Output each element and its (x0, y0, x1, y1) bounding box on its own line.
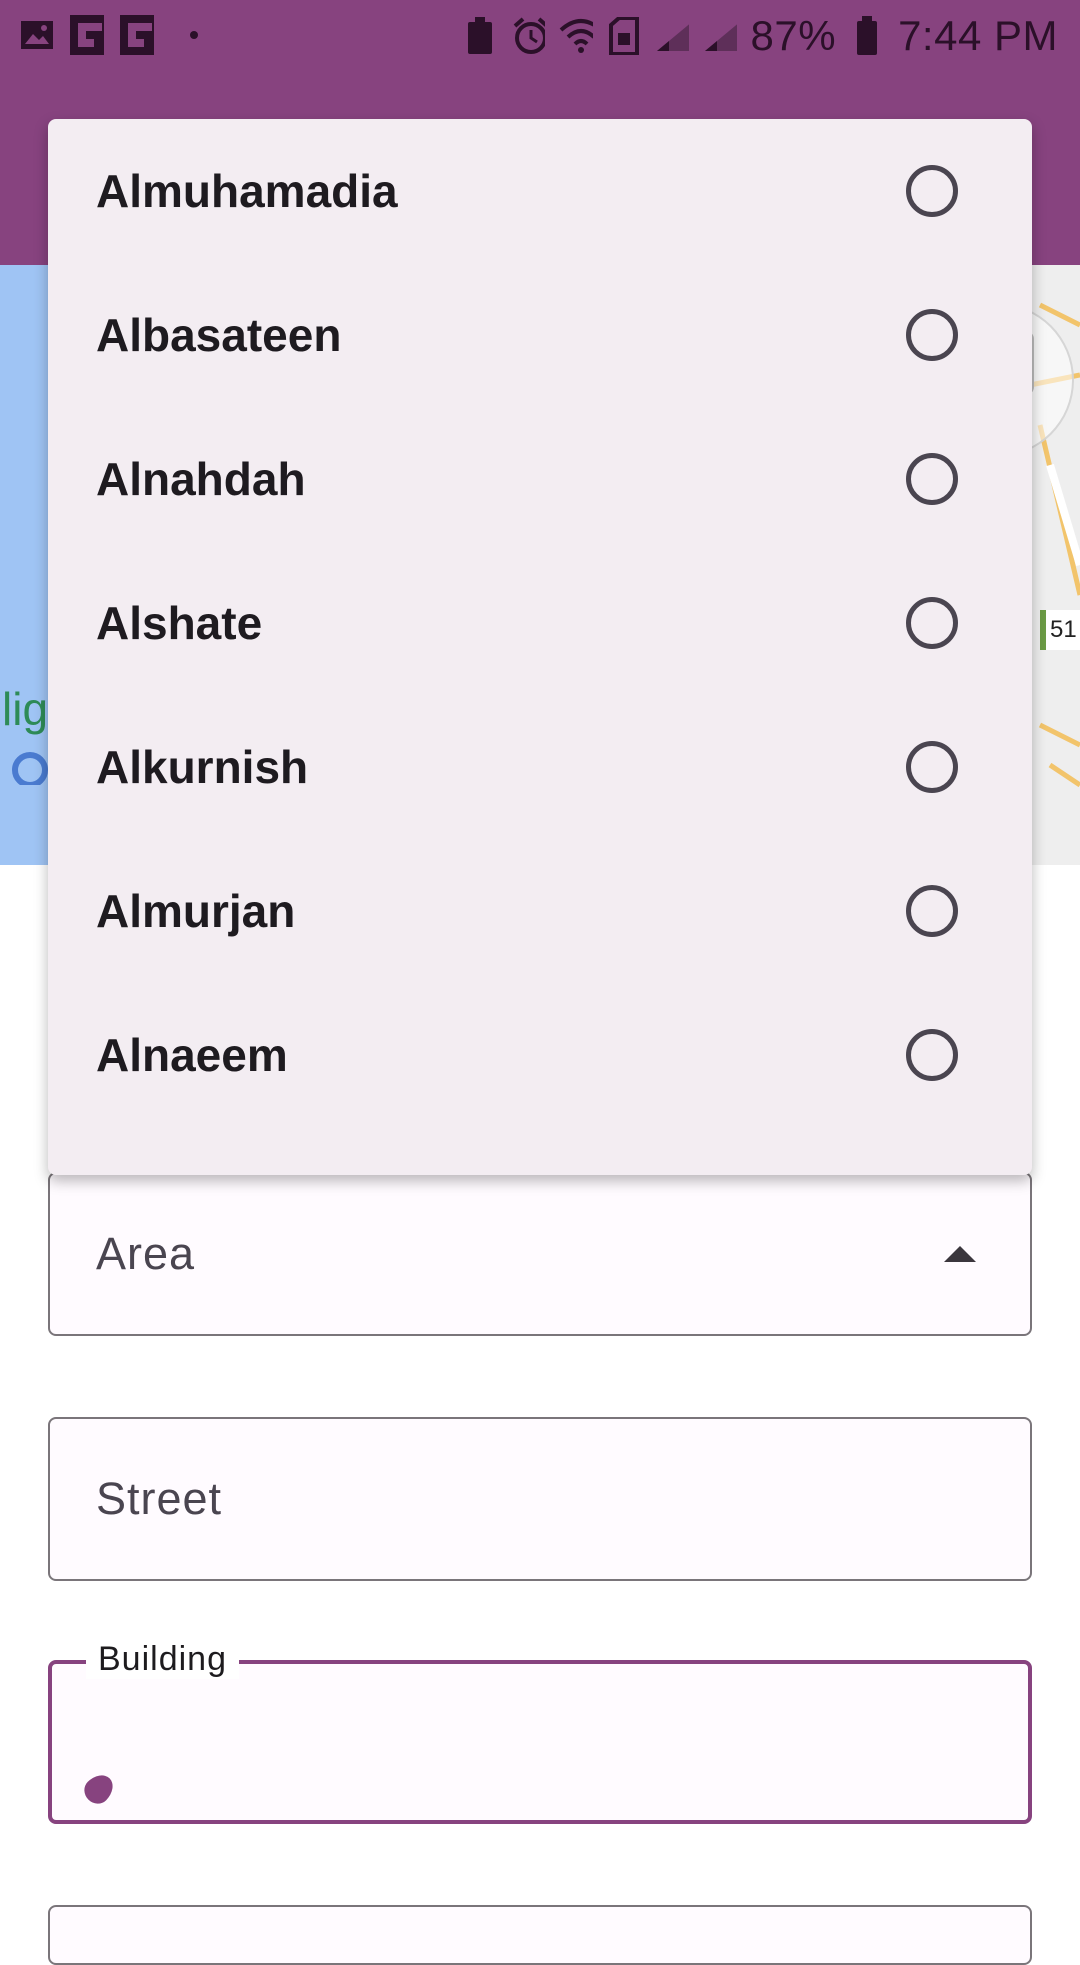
gallery-icon (20, 18, 54, 52)
battery-icon (850, 16, 884, 55)
radio-button[interactable] (906, 165, 958, 217)
signal-icon (655, 19, 689, 53)
street-field[interactable]: Street (48, 1417, 1032, 1581)
alarm-icon (511, 17, 545, 54)
route-marker: 51 (1040, 610, 1080, 650)
flipboard-icon (120, 15, 154, 55)
clock: 7:44 PM (898, 12, 1058, 59)
menu-option[interactable]: Almurjan (48, 839, 1032, 983)
radio-button[interactable] (906, 309, 958, 361)
svg-text:lig: lig (2, 683, 48, 735)
radio-button[interactable] (906, 453, 958, 505)
battery-saver-icon (463, 17, 497, 54)
building-field[interactable]: Building (48, 1640, 1032, 1824)
menu-option[interactable]: Albasateen (48, 263, 1032, 407)
option-label: Alnahdah (96, 453, 306, 505)
next-field[interactable] (48, 1905, 1032, 1965)
option-label: Alshate (96, 597, 263, 649)
notification-dot-icon (190, 31, 198, 39)
battery-percent: 87% (750, 12, 837, 59)
radio-button[interactable] (906, 597, 958, 649)
area-dropdown[interactable]: Area (48, 1172, 1032, 1336)
radio-button[interactable] (906, 885, 958, 937)
google-logo-icon: lig (2, 683, 48, 785)
radio-button[interactable] (906, 741, 958, 793)
flipboard-icon (70, 15, 104, 55)
street-label: Street (96, 1473, 223, 1524)
building-label: Building (86, 1640, 239, 1679)
menu-option[interactable]: Almuhamadia (48, 119, 1032, 263)
option-label: Almurjan (96, 885, 296, 937)
option-label: Alnaeem (96, 1029, 288, 1081)
area-options-menu: Almuhamadia Albasateen Alnahdah Alshate … (48, 119, 1032, 1175)
option-label: Alkurnish (96, 741, 309, 793)
signal-icon (703, 19, 737, 53)
status-bar: 87% 7:44 PM (0, 0, 1080, 75)
menu-option[interactable]: Alnaeem (48, 983, 1032, 1127)
menu-option[interactable]: Alshate (48, 551, 1032, 695)
sim-card-icon (607, 17, 641, 55)
caret-up-icon (944, 1246, 976, 1262)
menu-option[interactable]: Alnahdah (48, 407, 1032, 551)
option-label: Albasateen (96, 309, 342, 361)
text-cursor-handle[interactable] (79, 1769, 119, 1809)
menu-option[interactable]: Alkurnish (48, 695, 1032, 839)
area-label: Area (96, 1228, 196, 1279)
wifi-icon (559, 19, 593, 53)
option-label: Almuhamadia (96, 165, 398, 217)
radio-button[interactable] (906, 1029, 958, 1081)
